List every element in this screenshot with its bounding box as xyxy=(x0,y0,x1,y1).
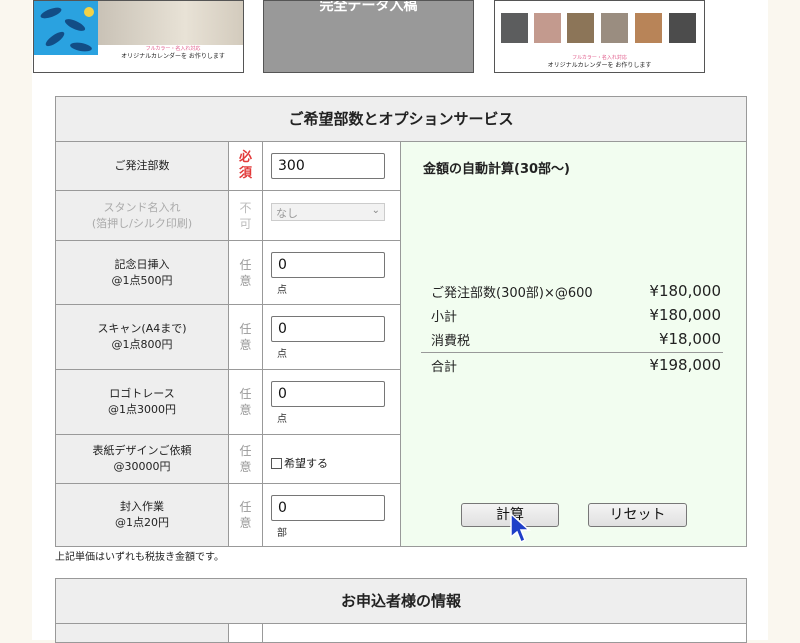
required-badge: 必 須 xyxy=(228,141,263,191)
label-text: スタンド名入れ xyxy=(103,200,181,214)
calc-line-subtotal: 小計 ¥180,000 xyxy=(431,306,721,325)
caption-small: フルカラー・名入れ対応 xyxy=(145,46,201,52)
auto-calc-panel: 金額の自動計算(30部〜) ご発注部数(300部)×@600 ¥180,000 … xyxy=(400,141,747,547)
badge-char-2: 意 xyxy=(239,403,252,417)
enclosing-input[interactable] xyxy=(271,495,385,521)
scan-input[interactable] xyxy=(271,316,385,342)
badge-char-1: 任 xyxy=(239,322,252,336)
optional-badge: 任 意 xyxy=(228,240,263,305)
data-entry-text: 完全データ入稿 xyxy=(319,0,418,14)
cat-photo xyxy=(98,1,243,45)
calc-label: ご発注部数(300部)×@600 xyxy=(431,286,593,301)
badge-char-1: 任 xyxy=(239,500,252,514)
unit-label: 部 xyxy=(277,528,287,539)
label-subtext: @1点20円 xyxy=(115,516,169,529)
unit-label: 点 xyxy=(277,414,287,425)
required-char-2: 須 xyxy=(238,166,252,181)
label-scan: スキャン(A4まで) @1点800円 xyxy=(55,304,229,370)
applicant-badge-cell xyxy=(228,623,263,643)
calendar-sample-image-1[interactable]: フルカラー・名入れ対応 オリジナルカレンダーを お作りします xyxy=(33,0,244,73)
label-enclosing: 封入作業 @1点20円 xyxy=(55,483,229,547)
label-stand-name: スタンド名入れ (箔押し/シルク印刷) xyxy=(55,190,229,241)
caption-text: オリジナルカレンダーを お作りします xyxy=(121,53,225,60)
input-cell xyxy=(262,141,401,191)
calc-amount: ¥180,000 xyxy=(649,282,721,300)
unit-label: 点 xyxy=(277,285,287,296)
label-subtext: @30000円 xyxy=(113,460,171,473)
badge-char-1: 任 xyxy=(239,387,252,401)
badge-char-1: 任 xyxy=(239,257,252,272)
label-text: 記念日挿入 xyxy=(114,257,170,271)
label-logo-trace: ロゴトレース @1点3000円 xyxy=(55,369,229,435)
badge-char-1: 不 xyxy=(239,200,252,215)
calc-line-tax: 消費税 ¥18,000 xyxy=(431,330,721,349)
cat-photo-strip xyxy=(501,13,701,43)
total-divider xyxy=(421,352,723,353)
calc-label: 小計 xyxy=(431,310,458,325)
calc-line-quantity: ご発注部数(300部)×@600 ¥180,000 xyxy=(431,282,721,301)
badge-char-2: 意 xyxy=(239,460,252,474)
label-subtext: (箔押し/シルク印刷) xyxy=(91,216,193,230)
applicant-label-cell xyxy=(55,623,229,643)
label-subtext: @1点3000円 xyxy=(108,403,176,416)
badge-char-2: 意 xyxy=(239,516,252,530)
calc-label: 消費税 xyxy=(431,334,471,349)
badge-char-2: 可 xyxy=(239,216,252,231)
badge-char-2: 意 xyxy=(239,338,252,352)
label-text: 封入作業 xyxy=(120,500,164,513)
input-cell: なし ⌄ xyxy=(262,190,401,241)
input-cell: 希望する xyxy=(262,434,401,484)
input-cell: 部 xyxy=(262,483,401,547)
order-quantity-input[interactable] xyxy=(271,153,385,179)
calc-title: 金額の自動計算(30部〜) xyxy=(423,162,570,177)
checkbox-label: 希望する xyxy=(284,457,328,470)
unit-label: 点 xyxy=(277,349,287,360)
label-anniversary: 記念日挿入 @1点500円 xyxy=(55,240,229,305)
calendar-sample-image-3[interactable]: フルカラー・名入れ対応 オリジナルカレンダーを お作りします xyxy=(494,0,705,73)
label-text: 表紙デザインご依頼 xyxy=(92,444,192,457)
checkbox-box[interactable] xyxy=(271,457,282,469)
label-text: スキャン(A4まで) xyxy=(97,322,187,335)
cover-design-checkbox[interactable]: 希望する xyxy=(271,455,328,471)
calc-label: 合計 xyxy=(431,360,458,375)
reset-button[interactable]: リセット xyxy=(588,503,687,527)
optional-badge: 任 意 xyxy=(228,304,263,370)
fish-pattern xyxy=(34,1,98,55)
input-cell: 点 xyxy=(262,240,401,305)
optional-badge: 任 意 xyxy=(228,369,263,435)
label-cover-design: 表紙デザインご依頼 @30000円 xyxy=(55,434,229,484)
chevron-down-icon: ⌄ xyxy=(371,205,380,216)
label-subtext: @1点500円 xyxy=(111,273,173,287)
label-text: ロゴトレース xyxy=(109,387,175,400)
label-subtext: @1点800円 xyxy=(111,338,173,351)
calc-amount: ¥180,000 xyxy=(649,306,721,324)
calc-amount: ¥198,000 xyxy=(649,356,721,374)
stand-name-select[interactable]: なし ⌄ xyxy=(271,203,385,221)
applicant-input-cell xyxy=(262,623,747,643)
section-title-order-options: ご希望部数とオプションサービス xyxy=(55,96,747,142)
order-options-table: ご発注部数 必 須 スタンド名入れ (箔押し/シルク印刷) 不 可 なし ⌄ 記… xyxy=(55,141,747,547)
calc-amount: ¥18,000 xyxy=(658,330,721,348)
calendar-sample-image-2[interactable]: 完全データ入稿 xyxy=(263,0,474,73)
label-order-quantity: ご発注部数 xyxy=(55,141,229,191)
input-cell: 点 xyxy=(262,369,401,435)
anniversary-input[interactable] xyxy=(271,252,385,278)
tax-note: 上記単価はいずれも税抜き金額です。 xyxy=(55,552,224,563)
label-text: ご発注部数 xyxy=(114,159,170,172)
logo-trace-input[interactable] xyxy=(271,381,385,407)
badge-char-1: 任 xyxy=(239,444,252,458)
section-title-applicant-info: お申込者様の情報 xyxy=(55,578,747,624)
mouse-cursor-icon xyxy=(510,513,531,544)
input-cell: 点 xyxy=(262,304,401,370)
required-char-1: 必 xyxy=(238,150,252,165)
optional-badge: 任 意 xyxy=(228,434,263,484)
select-value: なし xyxy=(276,207,298,220)
optional-badge: 任 意 xyxy=(228,483,263,547)
calc-line-total: 合計 ¥198,000 xyxy=(431,356,721,375)
caption-text: オリジナルカレンダーを お作りします xyxy=(547,62,652,69)
not-available-badge: 不 可 xyxy=(228,190,263,241)
badge-char-2: 意 xyxy=(239,273,252,288)
caption-small: フルカラー・名入れ対応 xyxy=(572,55,627,61)
